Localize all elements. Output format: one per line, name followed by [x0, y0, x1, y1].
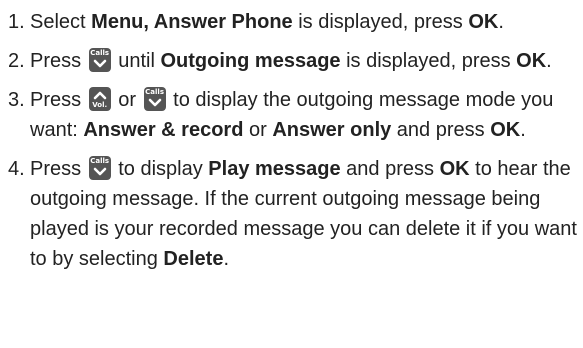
- chevron-down-icon: [93, 167, 106, 176]
- step-text-run: .: [223, 248, 230, 270]
- bold-term: Play message: [208, 158, 341, 180]
- chevron-down-icon: [148, 98, 161, 107]
- step-text-run: Press: [30, 89, 87, 111]
- step-text-run: or: [112, 89, 142, 111]
- step-text-run: and press: [391, 119, 491, 141]
- step-text: Press Calls to display Play message and …: [30, 156, 577, 270]
- step-text-run: is displayed, press: [340, 50, 517, 72]
- step-text-run: until: [112, 50, 161, 72]
- bold-term: OK: [439, 158, 470, 180]
- step-text-run: .: [520, 119, 526, 141]
- step-text-run: .: [498, 11, 504, 33]
- step-text-run: Select: [30, 11, 92, 33]
- vol-up-key-icon: Vol.: [88, 87, 111, 111]
- chevron-up-icon: [93, 91, 106, 100]
- step-text-run: Press: [30, 50, 87, 72]
- key-label: Calls: [145, 88, 164, 96]
- instruction-steps: 1. Select Menu, Answer Phone is displayed…: [0, 0, 583, 348]
- step-number: 1.: [8, 11, 25, 33]
- calls-down-key-icon: Calls: [88, 156, 111, 180]
- bold-term: Answer only: [272, 119, 392, 141]
- step-text-run: .: [546, 50, 552, 72]
- bold-term: Menu, Answer Phone: [91, 11, 293, 33]
- bold-term: OK: [490, 119, 521, 141]
- step-text-run: and press: [340, 158, 440, 180]
- step-number: 4.: [8, 158, 25, 180]
- step-item: 2. Press Calls until Outgoing message is …: [0, 39, 583, 78]
- step-item: 1. Select Menu, Answer Phone is displayed…: [0, 0, 583, 39]
- bold-term: OK: [516, 50, 547, 72]
- step-text: Press Calls until Outgoing message is di…: [30, 48, 552, 72]
- step-number: 3.: [8, 89, 25, 111]
- bold-term: Answer & record: [83, 119, 244, 141]
- bold-term: Delete: [163, 248, 224, 270]
- step-text: Select Menu, Answer Phone is displayed, …: [30, 11, 504, 33]
- step-item: 3. Press Vol. or Calls to display the out…: [0, 78, 583, 147]
- calls-down-key-icon: Calls: [143, 87, 166, 111]
- chevron-down-icon: [93, 59, 106, 68]
- key-label: Calls: [90, 157, 110, 165]
- step-text: Press Vol. or Calls to display the outgo…: [30, 87, 553, 141]
- step-text-run: Press: [30, 158, 87, 180]
- bold-term: OK: [468, 11, 499, 33]
- bold-term: Outgoing message: [160, 50, 341, 72]
- step-number: 2.: [8, 50, 25, 72]
- key-label: Calls: [90, 49, 110, 57]
- key-label: Vol.: [92, 101, 108, 109]
- step-text-run: to display: [112, 158, 209, 180]
- calls-down-key-icon: Calls: [88, 48, 111, 72]
- step-text-run: or: [243, 119, 273, 141]
- step-text-run: is displayed, press: [292, 11, 469, 33]
- step-item: 4. Press Calls to display Play message an…: [0, 147, 583, 276]
